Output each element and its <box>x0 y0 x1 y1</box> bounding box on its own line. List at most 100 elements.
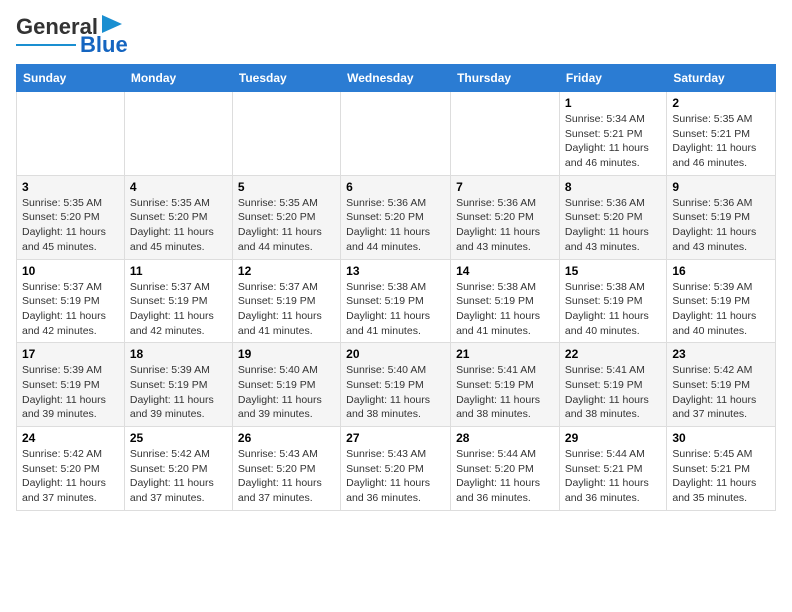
day-number: 26 <box>238 431 335 445</box>
day-info: Sunrise: 5:37 AMSunset: 5:19 PMDaylight:… <box>238 280 335 339</box>
calendar-cell: 1Sunrise: 5:34 AMSunset: 5:21 PMDaylight… <box>559 92 666 176</box>
day-info: Sunrise: 5:42 AMSunset: 5:20 PMDaylight:… <box>130 447 227 506</box>
day-info: Sunrise: 5:42 AMSunset: 5:19 PMDaylight:… <box>672 363 770 422</box>
calendar-cell <box>124 92 232 176</box>
calendar-cell: 21Sunrise: 5:41 AMSunset: 5:19 PMDayligh… <box>451 343 560 427</box>
day-number: 8 <box>565 180 661 194</box>
day-info: Sunrise: 5:43 AMSunset: 5:20 PMDaylight:… <box>238 447 335 506</box>
calendar-cell: 18 Sunrise: 5:39 AMSunset: 5:19 PMDayligh… <box>124 343 232 427</box>
day-info: Sunrise: 5:37 AMSunset: 5:19 PMDaylight:… <box>130 280 227 339</box>
calendar-header-thursday: Thursday <box>451 65 560 92</box>
calendar-cell: 3Sunrise: 5:35 AMSunset: 5:20 PMDaylight… <box>17 175 125 259</box>
day-number: 27 <box>346 431 445 445</box>
calendar-cell: 4Sunrise: 5:35 AMSunset: 5:20 PMDaylight… <box>124 175 232 259</box>
calendar-cell: 30 Sunrise: 5:45 AMSunset: 5:21 PMDayligh… <box>667 427 776 511</box>
day-number: 10 <box>22 264 119 278</box>
calendar-cell <box>232 92 340 176</box>
day-number: 13 <box>346 264 445 278</box>
day-number: 15 <box>565 264 661 278</box>
calendar-week-row: 1Sunrise: 5:34 AMSunset: 5:21 PMDaylight… <box>17 92 776 176</box>
calendar-header-row: SundayMondayTuesdayWednesdayThursdayFrid… <box>17 65 776 92</box>
day-info: Sunrise: 5:38 AMSunset: 5:19 PMDaylight:… <box>565 280 661 339</box>
day-number: 23 <box>672 347 770 361</box>
day-info: Sunrise: 5:44 AMSunset: 5:20 PMDaylight:… <box>456 447 554 506</box>
day-number: 6 <box>346 180 445 194</box>
day-info: Sunrise: 5:44 AMSunset: 5:21 PMDaylight:… <box>565 447 661 506</box>
calendar-header-sunday: Sunday <box>17 65 125 92</box>
calendar-header-wednesday: Wednesday <box>341 65 451 92</box>
calendar-header-monday: Monday <box>124 65 232 92</box>
day-info: Sunrise: 5:42 AMSunset: 5:20 PMDaylight:… <box>22 447 119 506</box>
calendar-cell: 8 Sunrise: 5:36 AMSunset: 5:20 PMDaylight… <box>559 175 666 259</box>
logo-blue: Blue <box>80 34 128 56</box>
day-info: Sunrise: 5:41 AMSunset: 5:19 PMDaylight:… <box>456 363 554 422</box>
day-number: 2 <box>672 96 770 110</box>
calendar-cell: 9 Sunrise: 5:36 AMSunset: 5:19 PMDaylight… <box>667 175 776 259</box>
calendar-cell: 24 Sunrise: 5:42 AMSunset: 5:20 PMDayligh… <box>17 427 125 511</box>
day-number: 30 <box>672 431 770 445</box>
day-info: Sunrise: 5:38 AMSunset: 5:19 PMDaylight:… <box>456 280 554 339</box>
day-number: 22 <box>565 347 661 361</box>
day-number: 20 <box>346 347 445 361</box>
calendar-cell <box>341 92 451 176</box>
day-number: 17 <box>22 347 119 361</box>
calendar-cell: 26 Sunrise: 5:43 AMSunset: 5:20 PMDayligh… <box>232 427 340 511</box>
calendar-cell: 12 Sunrise: 5:37 AMSunset: 5:19 PMDayligh… <box>232 259 340 343</box>
calendar-cell: 19 Sunrise: 5:40 AMSunset: 5:19 PMDayligh… <box>232 343 340 427</box>
calendar-week-row: 17 Sunrise: 5:39 AMSunset: 5:19 PMDayligh… <box>17 343 776 427</box>
day-number: 12 <box>238 264 335 278</box>
day-number: 7 <box>456 180 554 194</box>
day-info: Sunrise: 5:39 AMSunset: 5:19 PMDaylight:… <box>22 363 119 422</box>
day-number: 1 <box>565 96 661 110</box>
calendar-header-saturday: Saturday <box>667 65 776 92</box>
day-number: 24 <box>22 431 119 445</box>
day-number: 9 <box>672 180 770 194</box>
day-info: Sunrise: 5:38 AMSunset: 5:19 PMDaylight:… <box>346 280 445 339</box>
day-info: Sunrise: 5:37 AMSunset: 5:19 PMDaylight:… <box>22 280 119 339</box>
calendar-cell: 28 Sunrise: 5:44 AMSunset: 5:20 PMDayligh… <box>451 427 560 511</box>
calendar-table: SundayMondayTuesdayWednesdayThursdayFrid… <box>16 64 776 511</box>
calendar-cell: 23 Sunrise: 5:42 AMSunset: 5:19 PMDayligh… <box>667 343 776 427</box>
logo-arrow-icon <box>102 15 122 33</box>
day-number: 5 <box>238 180 335 194</box>
calendar-cell: 11Sunrise: 5:37 AMSunset: 5:19 PMDayligh… <box>124 259 232 343</box>
day-info: Sunrise: 5:36 AMSunset: 5:20 PMDaylight:… <box>456 196 554 255</box>
day-info: Sunrise: 5:39 AMSunset: 5:19 PMDaylight:… <box>130 363 227 422</box>
calendar-cell: 15 Sunrise: 5:38 AMSunset: 5:19 PMDayligh… <box>559 259 666 343</box>
day-info: Sunrise: 5:36 AMSunset: 5:20 PMDaylight:… <box>565 196 661 255</box>
day-info: Sunrise: 5:41 AMSunset: 5:19 PMDaylight:… <box>565 363 661 422</box>
day-info: Sunrise: 5:35 AMSunset: 5:20 PMDaylight:… <box>22 196 119 255</box>
day-number: 19 <box>238 347 335 361</box>
calendar-cell: 25Sunrise: 5:42 AMSunset: 5:20 PMDayligh… <box>124 427 232 511</box>
day-number: 28 <box>456 431 554 445</box>
day-info: Sunrise: 5:40 AMSunset: 5:19 PMDaylight:… <box>238 363 335 422</box>
day-number: 18 <box>130 347 227 361</box>
calendar-week-row: 24 Sunrise: 5:42 AMSunset: 5:20 PMDayligh… <box>17 427 776 511</box>
page-header: General Blue <box>16 16 776 56</box>
day-number: 16 <box>672 264 770 278</box>
calendar-week-row: 10 Sunrise: 5:37 AMSunset: 5:19 PMDayligh… <box>17 259 776 343</box>
calendar-cell: 17 Sunrise: 5:39 AMSunset: 5:19 PMDayligh… <box>17 343 125 427</box>
calendar-cell: 2 Sunrise: 5:35 AMSunset: 5:21 PMDaylight… <box>667 92 776 176</box>
day-info: Sunrise: 5:39 AMSunset: 5:19 PMDaylight:… <box>672 280 770 339</box>
calendar-cell: 7 Sunrise: 5:36 AMSunset: 5:20 PMDaylight… <box>451 175 560 259</box>
calendar-cell: 13 Sunrise: 5:38 AMSunset: 5:19 PMDayligh… <box>341 259 451 343</box>
calendar-header-friday: Friday <box>559 65 666 92</box>
day-info: Sunrise: 5:45 AMSunset: 5:21 PMDaylight:… <box>672 447 770 506</box>
day-info: Sunrise: 5:36 AMSunset: 5:19 PMDaylight:… <box>672 196 770 255</box>
day-number: 29 <box>565 431 661 445</box>
calendar-cell <box>451 92 560 176</box>
calendar-cell: 6Sunrise: 5:36 AMSunset: 5:20 PMDaylight… <box>341 175 451 259</box>
calendar-cell: 20 Sunrise: 5:40 AMSunset: 5:19 PMDayligh… <box>341 343 451 427</box>
calendar-cell: 22 Sunrise: 5:41 AMSunset: 5:19 PMDayligh… <box>559 343 666 427</box>
day-info: Sunrise: 5:35 AMSunset: 5:21 PMDaylight:… <box>672 112 770 171</box>
calendar-cell: 29 Sunrise: 5:44 AMSunset: 5:21 PMDayligh… <box>559 427 666 511</box>
day-number: 4 <box>130 180 227 194</box>
day-info: Sunrise: 5:43 AMSunset: 5:20 PMDaylight:… <box>346 447 445 506</box>
day-info: Sunrise: 5:40 AMSunset: 5:19 PMDaylight:… <box>346 363 445 422</box>
calendar-header-tuesday: Tuesday <box>232 65 340 92</box>
day-info: Sunrise: 5:35 AMSunset: 5:20 PMDaylight:… <box>238 196 335 255</box>
calendar-cell: 27 Sunrise: 5:43 AMSunset: 5:20 PMDayligh… <box>341 427 451 511</box>
day-number: 14 <box>456 264 554 278</box>
calendar-cell: 10 Sunrise: 5:37 AMSunset: 5:19 PMDayligh… <box>17 259 125 343</box>
